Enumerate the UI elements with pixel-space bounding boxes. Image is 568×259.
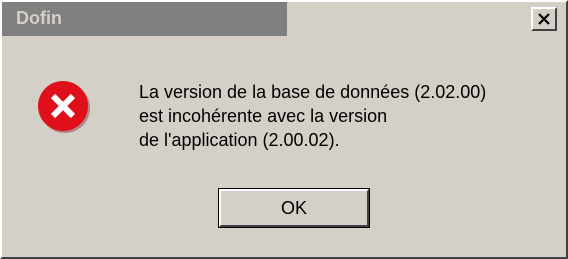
error-message: La version de la base de données (2.02.0… [139,80,559,152]
close-icon [538,13,550,25]
close-button[interactable] [531,7,557,31]
error-icon [38,81,90,133]
message-line: est incohérente avec la version [139,106,388,126]
message-line: de l'application (2.00.02). [139,130,340,150]
title-bar[interactable]: Dofin [2,2,566,36]
ok-button[interactable]: OK [218,188,370,228]
ok-button-label: OK [280,197,307,218]
message-line: La version de la base de données (2.02.0… [139,82,487,102]
window-title: Dofin [16,8,62,28]
error-dialog: Dofin La version de la base de données (… [0,0,568,259]
